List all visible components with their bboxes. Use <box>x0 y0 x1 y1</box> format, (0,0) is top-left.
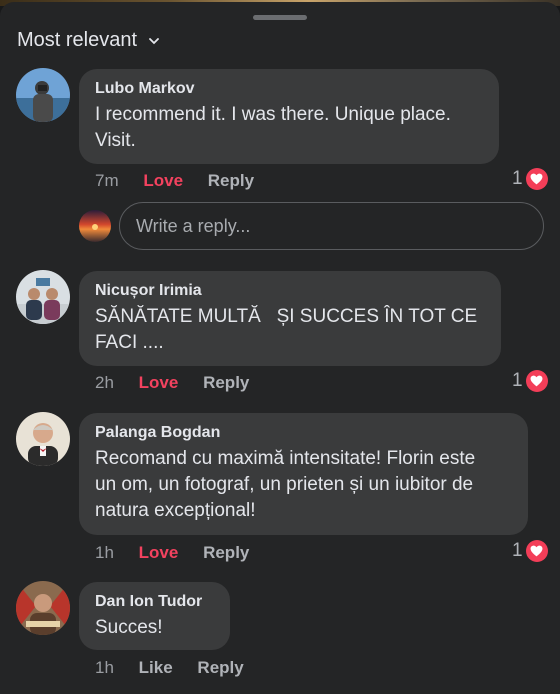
comment-actions: 1h Like Reply <box>95 658 244 678</box>
current-user-avatar <box>79 210 111 242</box>
drag-handle[interactable] <box>253 15 307 20</box>
heart-icon <box>525 370 548 392</box>
reply-input[interactable] <box>119 202 544 250</box>
reply-button[interactable]: Reply <box>208 171 254 190</box>
comment-bubble: Palanga Bogdan Recomand cu maximă intens… <box>79 413 528 535</box>
comment-actions: 7m Love Reply <box>95 171 254 191</box>
comment-text-line: un om, un fotograf, un prieten și un iub… <box>95 474 474 495</box>
reaction-count: 1 <box>512 370 523 391</box>
comment-text-line: natura excepțional! <box>95 500 256 521</box>
sort-dropdown[interactable]: Most relevant <box>17 29 159 52</box>
reaction-summary[interactable]: 1 <box>512 370 548 392</box>
avatar-lubo-markov[interactable] <box>16 68 70 122</box>
comment-text-line: SĂNĂTATE MULTĂ ȘI SUCCES ÎN TOT CE <box>95 306 478 327</box>
comment-bubble: Dan Ion Tudor Succes! <box>79 582 230 650</box>
comment-time: 7m <box>95 171 119 190</box>
comment-time: 2h <box>95 373 114 392</box>
heart-icon <box>525 540 548 562</box>
reaction-summary[interactable]: 1 <box>512 168 548 190</box>
comment-time: 1h <box>95 543 114 562</box>
avatar-nicusor-irimia[interactable] <box>16 270 70 324</box>
comments-sheet: Most relevant Lubo Markov I recommend it… <box>0 2 560 694</box>
reaction-count: 1 <box>512 540 523 561</box>
reply-button[interactable]: Reply <box>197 658 243 677</box>
comment-bubble: Nicușor Irimia SĂNĂTATE MULTĂ ȘI SUCCES … <box>79 271 501 366</box>
love-button[interactable]: Love <box>143 171 183 190</box>
comment-text-line: Succes! <box>95 617 163 638</box>
chevron-down-icon <box>149 38 159 45</box>
like-button[interactable]: Like <box>139 658 173 677</box>
comment-author[interactable]: Lubo Markov <box>95 79 483 99</box>
comment-author[interactable]: Dan Ion Tudor <box>95 592 214 612</box>
avatar-dan-ion-tudor[interactable] <box>16 581 70 635</box>
comment-actions: 2h Love Reply <box>95 373 249 393</box>
reply-button[interactable]: Reply <box>203 373 249 392</box>
comment-author[interactable]: Palanga Bogdan <box>95 423 512 443</box>
comment-text-line: I recommend it. I was there. Unique plac… <box>95 104 451 125</box>
heart-icon <box>525 168 548 190</box>
reply-button[interactable]: Reply <box>203 543 249 562</box>
comment-text-line: Visit. <box>95 130 136 151</box>
reaction-count: 1 <box>512 168 523 189</box>
comment-actions: 1h Love Reply <box>95 543 249 563</box>
comment-text-line: FACI .... <box>95 332 164 353</box>
reaction-summary[interactable]: 1 <box>512 540 548 562</box>
avatar-palanga-bogdan[interactable] <box>16 412 70 466</box>
love-button[interactable]: Love <box>139 373 179 392</box>
love-button[interactable]: Love <box>139 543 179 562</box>
comment-bubble: Lubo Markov I recommend it. I was there.… <box>79 69 499 164</box>
comment-time: 1h <box>95 658 114 677</box>
comment-text-line: Recomand cu maximă intensitate! Florin e… <box>95 448 476 469</box>
sort-label: Most relevant <box>17 29 138 51</box>
comment-author[interactable]: Nicușor Irimia <box>95 281 485 301</box>
